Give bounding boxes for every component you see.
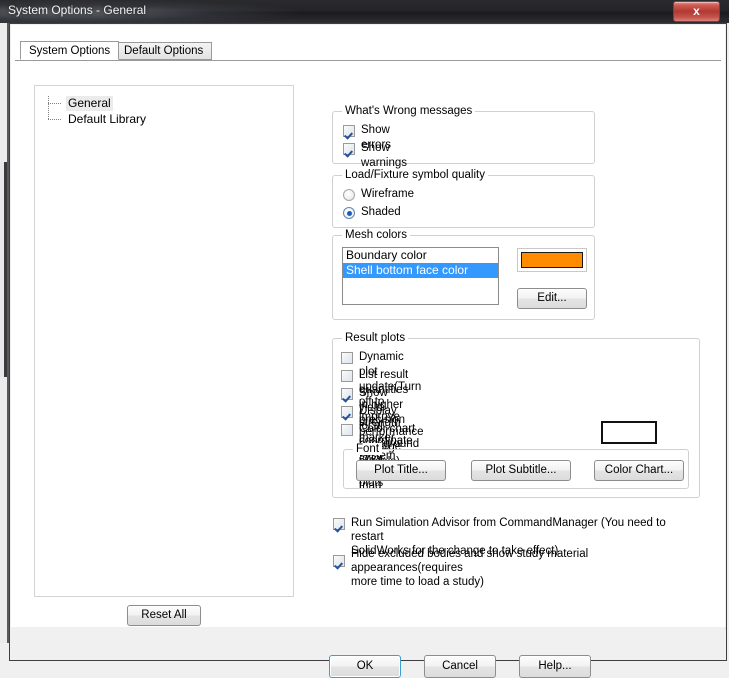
mesh-color-swatch-frame [517,248,587,272]
mesh-colors-listbox[interactable]: Boundary color Shell bottom face color [342,247,499,305]
checkbox-icon[interactable] [343,143,355,155]
group-font: Font Plot Title... Plot Subtitle... Colo… [343,443,689,489]
title-bar: System Options - General x [0,0,729,23]
tree-connector-dash [48,103,62,104]
radio-label: Wireframe [361,188,415,200]
options-tree-panel[interactable]: General Default Library [34,85,294,597]
group-title: What's Wrong messages [342,105,476,117]
checkbox-icon[interactable] [333,555,345,567]
tree-connector-vertical [48,96,49,112]
group-load-fixture-symbol-quality: Load/Fixture symbol quality Wireframe Sh… [332,169,595,228]
reset-all-button[interactable]: Reset All [127,605,201,626]
group-whats-wrong-messages: What's Wrong messages Show errors Show w… [332,105,595,169]
tree-item-label: Default Library [68,112,147,126]
checkbox-label: Show warnings [361,142,408,169]
checkbox-icon[interactable] [341,352,353,364]
system-options-dialog-window: System Options - General x System Option… [0,0,729,678]
group-title: Mesh colors [342,229,410,241]
list-item[interactable]: Shell bottom face color [343,263,498,278]
group-title: Font [353,443,383,455]
group-title: Result plots [342,332,409,344]
tab-strip: System Options Default Options [15,41,721,61]
tab-default-options[interactable]: Default Options [115,42,213,60]
tab-system-options[interactable]: System Options [20,41,120,60]
edit-mesh-color-button[interactable]: Edit... [517,288,587,309]
checkbox-icon[interactable] [333,518,345,530]
checkbox-label-line1: Run Simulation Advisor from CommandManag… [351,517,666,543]
close-icon[interactable]: x [673,1,720,22]
checkbox-label-line1: Hide excluded bodies and show study mate… [351,548,589,574]
list-item[interactable]: Boundary color [343,248,498,263]
group-mesh-colors: Mesh colors Boundary color Shell bottom … [332,229,595,320]
checkbox-icon[interactable] [343,125,355,137]
radio-icon[interactable] [343,207,355,219]
dialog-frame: System Options Default Options General D… [9,23,727,678]
plot-title-font-button[interactable]: Plot Title... [356,460,446,481]
checkbox-icon[interactable] [341,370,353,382]
tree-connector-dash [48,119,62,120]
radio-icon[interactable] [343,189,355,201]
group-title: Load/Fixture symbol quality [342,169,488,181]
dialog-client-area: System Options Default Options General D… [11,25,726,629]
radio-label: Shaded [361,206,401,218]
color-chart-background-swatch[interactable] [601,421,657,444]
left-edge-artifact-light [0,162,4,377]
color-chart-font-button[interactable]: Color Chart... [594,460,684,481]
mesh-color-swatch[interactable] [521,252,583,268]
group-result-plots: Result plots Dynamic plot update(Turn of… [332,332,700,498]
checkbox-icon[interactable] [341,406,353,418]
plot-subtitle-font-button[interactable]: Plot Subtitle... [471,460,571,481]
checkbox-icon[interactable] [341,388,353,400]
checkbox-label-line2: more time to load a study) [351,576,484,588]
window-title: System Options - General [8,3,147,17]
tree-item-label: General [66,96,113,111]
checkbox-icon[interactable] [341,424,353,436]
